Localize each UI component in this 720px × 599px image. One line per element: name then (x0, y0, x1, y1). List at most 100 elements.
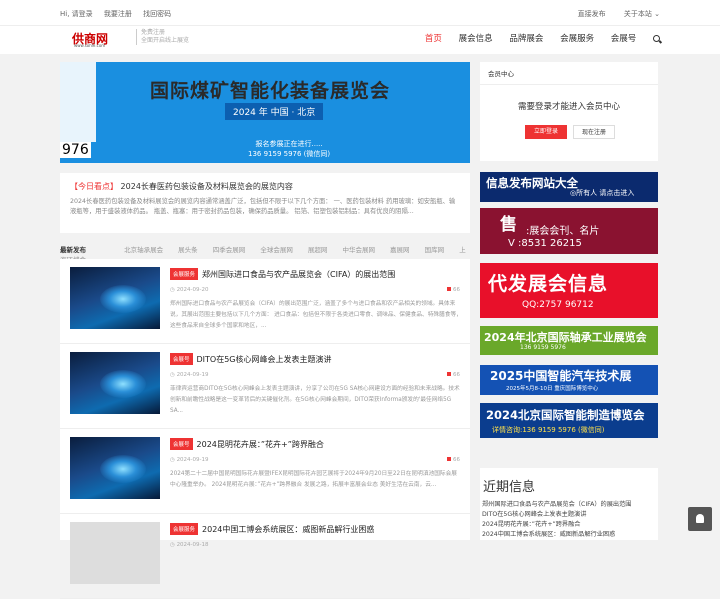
publish-link[interactable]: 直接发布 (578, 10, 606, 18)
main-nav: 首页 展会信息 品牌展会 会展服务 会展号 (411, 32, 660, 44)
nav-item-services[interactable]: 会展服务 (560, 34, 594, 44)
nav-item-exhibitions[interactable]: 展会信息 (459, 34, 493, 44)
article-date: ◷ 2024-09-18 (170, 542, 209, 548)
ad-banner-auto-expo[interactable]: 2025中国智能汽车技术展 2025年5月8-10日 重庆国际博览中心 (480, 365, 658, 395)
article-excerpt: 郑州国际进口食品与农产品展览会（CIFA）的展出范围广泛，涵盖了多个与进口食品和… (170, 301, 462, 329)
ad-contact: V :8531 26215 (508, 238, 582, 249)
nav-item-account[interactable]: 会展号 (611, 34, 637, 44)
article-list: 会展服务 郑州国际进口食品与农产品展览会（CIFA）的展出范围 ◷ 2024-09… (60, 259, 470, 599)
about-link[interactable]: 关于本站 ⌄ (624, 10, 660, 18)
tab-link[interactable]: 中华会展网 (342, 246, 375, 254)
article-date: ◷ 2024-09-20 (170, 287, 209, 293)
ad-subline: ◎所有人 请点击进入 (570, 189, 635, 197)
slogan-line-2: 全面开启线上展览 (141, 37, 190, 44)
banner-decoration (60, 62, 96, 142)
thumbnail-image (100, 455, 146, 483)
ad-headline: 售 (500, 215, 517, 235)
article-title-text[interactable]: 2024昆明花卉展：”花卉+”跨界融合 (197, 440, 324, 449)
category-badge[interactable]: 会展号 (170, 438, 193, 450)
article-title[interactable]: 会展号 DITO在5G核心网峰会上发表主题演讲 (170, 353, 332, 365)
category-badge[interactable]: 会展服务 (170, 268, 199, 280)
banner-contact-line-1: 报名参展正在进行..... (255, 140, 323, 148)
banner-subtitle: 2024 年 中国 · 北京 (225, 103, 324, 120)
views-count: 66 (453, 287, 460, 293)
tab-link[interactable]: 北京轴承展会 (124, 246, 163, 254)
member-center-message: 需要登录才能进入会员中心 (517, 102, 620, 112)
views-icon (447, 457, 451, 461)
article-thumbnail[interactable] (70, 267, 160, 329)
tab-link[interactable]: 嘉展网 (390, 246, 410, 254)
login-link[interactable]: Hi, 请登录 (60, 10, 93, 18)
site-header: 供商网 www.sohle.com 免费注册 全面开启线上展览 首页 展会信息 … (0, 26, 720, 54)
banner-contact: 报名参展正在进行..... 136 9159 5976 (微信同) (248, 139, 330, 159)
list-item[interactable]: 会展服务 2024中国工博会系统展区：威图新品解行业困惑 ◷ 2024-09-18 (60, 514, 470, 599)
top-bar: Hi, 请登录 我要注册 找回密码 直接发布 关于本站 ⌄ (0, 0, 720, 26)
today-title[interactable]: 2024长春医药包装设备及材料展览会的展览内容 (121, 182, 293, 191)
article-views: 66 (447, 457, 460, 463)
recent-link[interactable]: 2024中国工博会系统展区：威图新品解行业困惑 (480, 530, 658, 540)
category-badge[interactable]: 会展服务 (170, 523, 199, 535)
recent-info: 近期信息 郑州国际进口食品与农产品展览会（CIFA）的展出范围 DITO在5G核… (480, 468, 658, 540)
views-icon (447, 287, 451, 291)
article-views: 66 (447, 372, 460, 378)
search-button[interactable] (653, 34, 660, 44)
register-link[interactable]: 我要注册 (104, 10, 132, 18)
ad-headline: 2024北京国际智能制造博览会 (486, 408, 645, 422)
today-heading[interactable]: 【今日看点】 2024长春医药包装设备及材料展览会的展览内容 (70, 181, 460, 192)
tab-latest[interactable]: 最新发布 (60, 246, 86, 254)
recent-link[interactable]: DITO在5G核心网峰会上发表主题演讲 (480, 510, 658, 520)
article-title[interactable]: 会展服务 2024中国工博会系统展区：威图新品解行业困惑 (170, 523, 374, 535)
ad-banner-posting[interactable]: 代发展会信息 QQ:2757 96712 (480, 263, 658, 318)
tab-link[interactable]: 四季会展网 (213, 246, 246, 254)
recent-link[interactable]: 2024昆明花卉展：”花卉+”跨界融合 (480, 520, 658, 530)
list-item[interactable]: 会展号 DITO在5G核心网峰会上发表主题演讲 ◷ 2024-09-19 66 菲… (60, 344, 470, 429)
ad-banner-directory[interactable]: 信息发布网站大全 ◎所有人 请点击进入 (480, 172, 658, 202)
article-title[interactable]: 会展服务 郑州国际进口食品与农产品展览会（CIFA）的展出范围 (170, 268, 395, 280)
category-tabs: 最新发布 北京轴承展会 展头条 四季会展网 全球会展网 展超网 中华会展网 嘉展… (60, 244, 470, 264)
ad-contact: 136 9159 5976 (520, 344, 566, 351)
list-item[interactable]: 会展号 2024昆明花卉展：”花卉+”跨界融合 ◷ 2024-09-19 66 2… (60, 429, 470, 514)
list-item[interactable]: 会展服务 郑州国际进口食品与农产品展览会（CIFA）的展出范围 ◷ 2024-09… (60, 259, 470, 344)
article-views: 66 (447, 287, 460, 293)
ad-banner-catalog[interactable]: 售 :展会会刊、名片 V :8531 26215 (480, 208, 658, 254)
ad-banner-bearing-expo[interactable]: 2024年北京国际轴承工业展览会 136 9159 5976 (480, 326, 658, 355)
article-title-text[interactable]: 郑州国际进口食品与农产品展览会（CIFA）的展出范围 (202, 270, 395, 279)
ad-headline: 代发展会信息 (488, 273, 609, 295)
thumbnail-image (100, 370, 146, 398)
ad-headline: 信息发布网站大全 (486, 176, 578, 190)
float-contact-button[interactable] (688, 507, 712, 531)
nav-item-brand[interactable]: 品牌展会 (509, 34, 543, 44)
ad-headline: 2025中国智能汽车技术展 (490, 369, 632, 383)
article-title-text[interactable]: 2024中国工博会系统展区：威图新品解行业困惑 (202, 525, 374, 534)
article-thumbnail[interactable] (70, 352, 160, 414)
article-thumbnail[interactable] (70, 522, 160, 584)
recent-title: 近期信息 (483, 480, 536, 495)
date-text: 2024-09-20 (176, 287, 209, 293)
recent-link[interactable]: 郑州国际进口食品与农产品展览会（CIFA）的展出范围 (480, 500, 658, 510)
banner-corner-number: 976 (60, 142, 91, 158)
today-highlight: 【今日看点】 2024长春医药包装设备及材料展览会的展览内容 2024长春医药包… (60, 173, 470, 233)
site-logo[interactable]: 供商网 www.sohle.com (72, 28, 132, 48)
tab-link[interactable]: 国库网 (425, 246, 445, 254)
login-button[interactable]: 立即登录 (525, 125, 567, 139)
tab-link[interactable]: 展超网 (308, 246, 328, 254)
article-title[interactable]: 会展号 2024昆明花卉展：”花卉+”跨界融合 (170, 438, 324, 450)
ad-banner-manufacturing-expo[interactable]: 2024北京国际智能制造博览会 详情咨询:136 9159 5976 (微信同) (480, 403, 658, 438)
forgot-password-link[interactable]: 找回密码 (143, 10, 171, 18)
slogan: 免费注册 全面开启线上展览 (136, 29, 189, 45)
bell-icon (696, 514, 704, 523)
article-thumbnail[interactable] (70, 437, 160, 499)
tab-link[interactable]: 全球会展网 (260, 246, 293, 254)
article-title-text[interactable]: DITO在5G核心网峰会上发表主题演讲 (197, 355, 332, 364)
nav-item-home[interactable]: 首页 (425, 34, 442, 44)
category-badge[interactable]: 会展号 (170, 353, 193, 365)
banner-title: 国际煤矿智能化装备展览会 (150, 80, 391, 102)
thumbnail-image (100, 285, 146, 313)
views-icon (447, 372, 451, 376)
article-excerpt: 2024第二十二届中国昆明国际花卉展暨IFEX昆明国际花卉园艺展将于2024年9… (170, 471, 457, 488)
ad-subline: :展会会刊、名片 (526, 226, 600, 237)
date-text: 2024-09-18 (176, 542, 209, 548)
tab-link[interactable]: 展头条 (178, 246, 198, 254)
hero-banner[interactable]: 国际煤矿智能化装备展览会 2024 年 中国 · 北京 报名参展正在进行....… (60, 62, 470, 163)
register-button[interactable]: 现在注册 (573, 125, 615, 139)
